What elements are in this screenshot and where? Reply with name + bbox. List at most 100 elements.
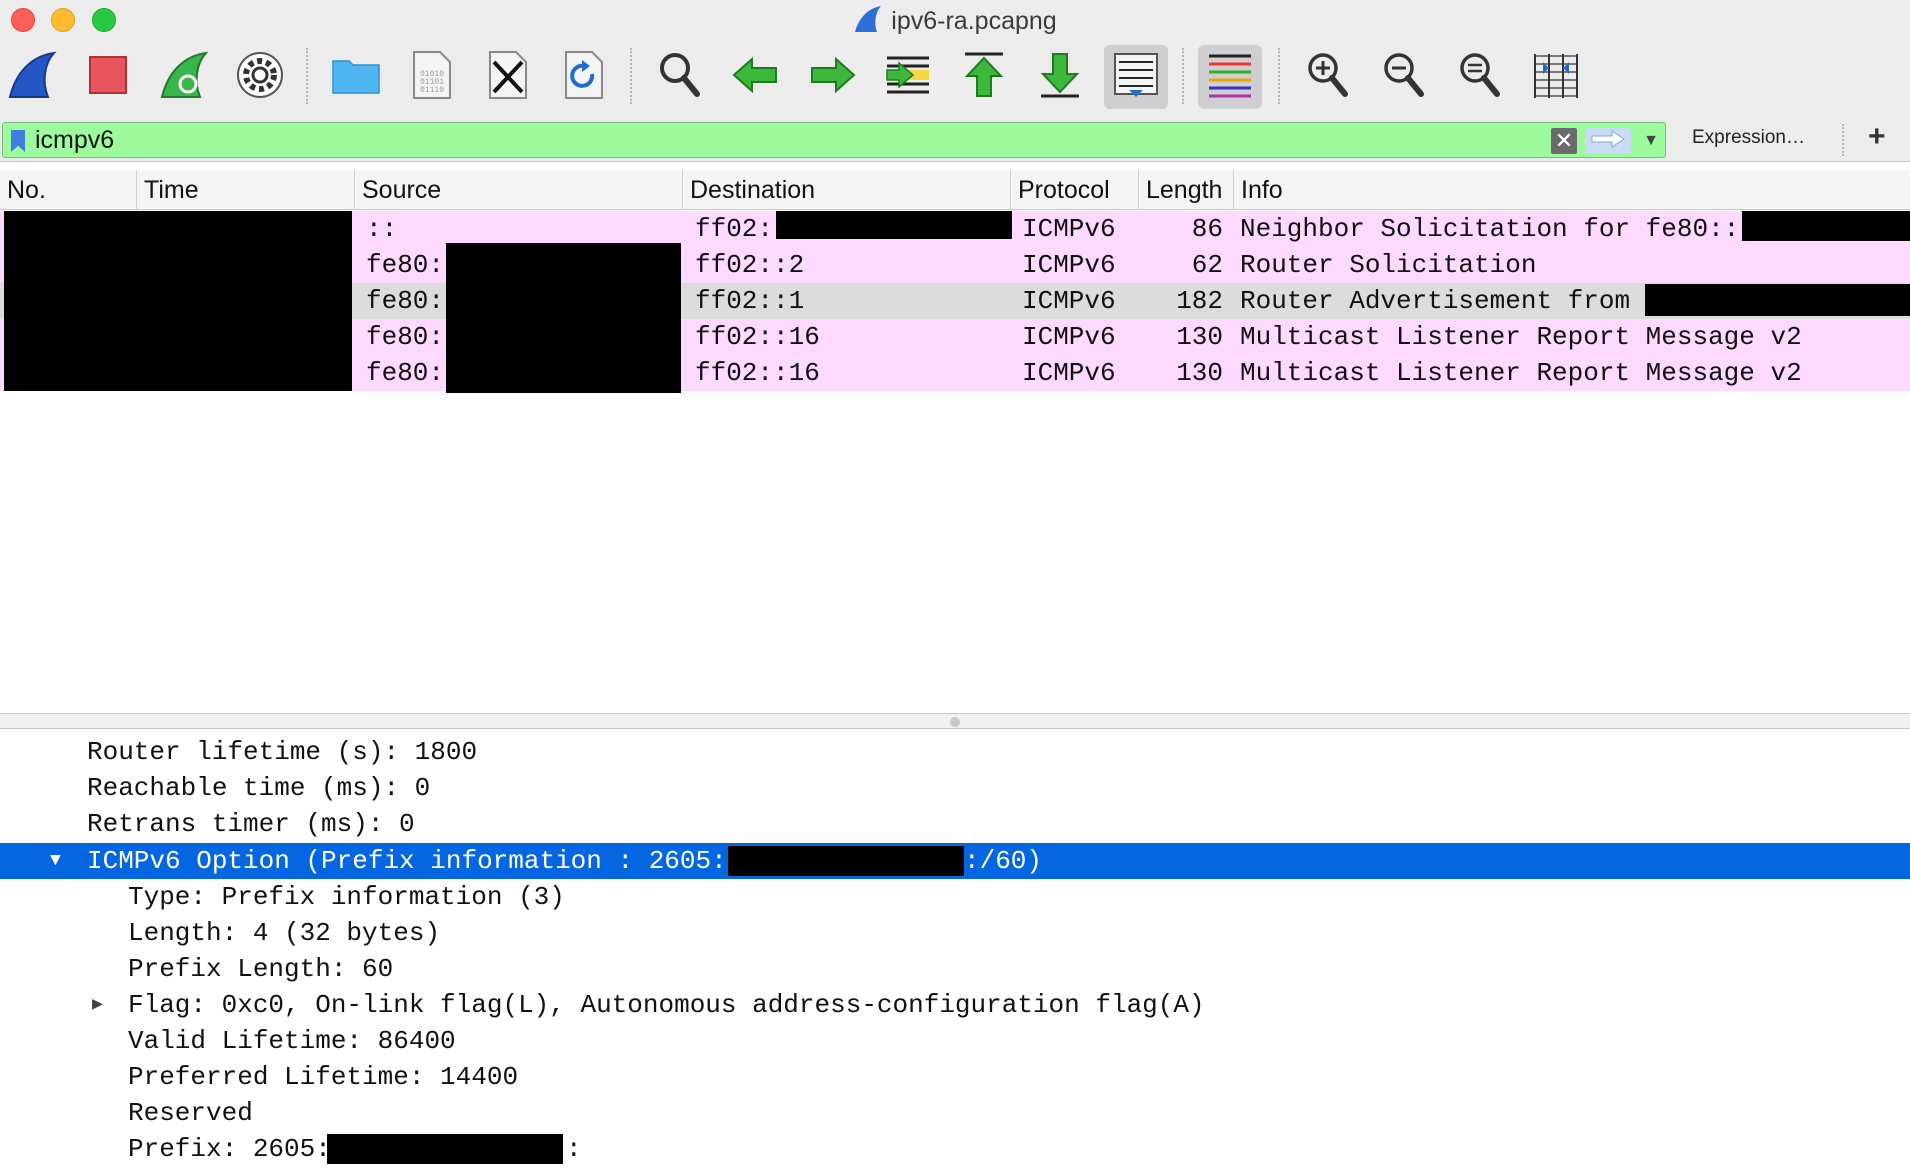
pane-splitter[interactable] [0,713,1910,729]
detail-text: Length: 4 (32 bytes) [128,918,441,948]
find-packet-button[interactable] [648,45,712,109]
apply-filter-button[interactable] [1585,128,1631,154]
svg-text:01110: 01110 [420,86,444,95]
detail-line[interactable]: ▶ Flag: 0xc0, On-link flag(L), Autonomou… [0,987,1910,1023]
goto-packet-icon [883,50,933,105]
first-packet-button[interactable] [952,45,1016,109]
go-back-button[interactable] [724,45,788,109]
last-packet-button[interactable] [1028,45,1092,109]
detail-text: Type: Prefix information (3) [128,882,565,912]
detail-line[interactable]: Preferred Lifetime: 14400 [0,1059,1910,1095]
restart-capture-button[interactable] [152,45,216,109]
column-header-length[interactable]: Length [1139,170,1234,210]
add-filter-button[interactable]: + [1868,120,1886,154]
detail-line-selected[interactable]: ▼ ICMPv6 Option (Prefix information : 26… [0,843,1910,879]
redaction-block [1645,284,1910,316]
detail-text: Router lifetime (s): 1800 [87,737,478,767]
detail-text: Retrans timer (ms): 0 [87,809,415,839]
packet-protocol: ICMPv6 [1022,250,1116,280]
packet-length: 86 [1191,214,1223,244]
arrow-up-bar-icon [961,50,1007,105]
column-header-no[interactable]: No. [0,170,137,210]
resize-columns-button[interactable] [1524,45,1588,109]
detail-line[interactable]: Type: Prefix information (3) [0,879,1910,915]
go-to-packet-button[interactable] [876,45,940,109]
packet-destination: ff02: [695,214,774,244]
detail-text: Prefix: 2605: [128,1134,331,1164]
column-header-info[interactable]: Info [1234,170,1910,210]
detail-text-suffix: :/60) [964,846,1043,876]
packet-length: 62 [1191,250,1223,280]
zoom-reset-icon [1457,50,1503,105]
open-file-button[interactable] [324,45,388,109]
column-header-time[interactable]: Time [137,170,355,210]
packet-list-empty-area [0,397,1910,713]
bookmark-icon[interactable] [11,130,25,152]
shark-fin-icon [853,5,883,40]
stop-capture-button[interactable] [76,45,140,109]
packet-length: 182 [1176,286,1223,316]
detail-line[interactable]: Length: 4 (32 bytes) [0,915,1910,951]
resize-columns-icon [1531,50,1581,105]
detail-line[interactable]: Router lifetime (s): 1800 [0,734,1910,770]
detail-line[interactable]: Reserved [0,1095,1910,1131]
redaction-block [776,211,1012,239]
detail-line[interactable]: Retrans timer (ms): 0 [0,806,1910,842]
binary-file-icon: 01010 01101 01110 [410,50,454,105]
zoom-out-button[interactable] [1372,45,1436,109]
packet-info: Neighbor Solicitation for fe80:: [1240,214,1740,244]
auto-scroll-button[interactable] [1104,45,1168,109]
splitter-handle[interactable] [950,717,960,727]
packet-details-pane: Router lifetime (s): 1800 Reachable time… [0,730,1910,1168]
column-header-source[interactable]: Source [355,170,683,210]
column-header-protocol[interactable]: Protocol [1011,170,1139,210]
close-icon: ✕ [1554,128,1574,153]
packet-source: fe80: [366,250,445,280]
redaction-block [1742,211,1910,241]
close-file-button[interactable] [476,45,540,109]
packet-source: fe80: [366,286,445,316]
triangle-down-icon[interactable]: ▼ [50,843,61,879]
filter-history-dropdown[interactable]: ▼ [1639,128,1663,154]
shark-fin-icon [6,50,58,105]
reload-file-button[interactable] [552,45,616,109]
detail-line[interactable]: Valid Lifetime: 86400 [0,1023,1910,1059]
expression-button[interactable]: Expression… [1692,127,1805,149]
zoom-in-icon [1305,50,1351,105]
packet-destination: ff02::16 [695,322,820,352]
display-filter-bar: ✕ ▼ Expression… + [0,118,1910,162]
capture-options-button[interactable] [228,45,292,109]
packet-info: Multicast Listener Report Message v2 [1240,322,1802,352]
colorize-button[interactable] [1198,45,1262,109]
arrow-right-icon [1590,129,1626,153]
restart-fin-icon [158,50,210,105]
packet-protocol: ICMPv6 [1022,214,1116,244]
arrow-down-bar-icon [1037,50,1083,105]
triangle-right-icon[interactable]: ▶ [92,987,103,1023]
packet-destination: ff02::2 [695,250,805,280]
packet-info: Router Solicitation [1240,250,1537,280]
packet-info: Router Advertisement from [1240,286,1631,316]
detail-line[interactable]: Reachable time (ms): 0 [0,770,1910,806]
detail-line[interactable]: Prefix: 2605: : [0,1131,1910,1167]
display-filter-input[interactable] [35,123,1535,157]
packet-destination: ff02::1 [695,286,805,316]
main-toolbar: 01010 01101 01110 [0,40,1910,118]
packet-protocol: ICMPv6 [1022,322,1116,352]
detail-text: Reserved [128,1098,253,1128]
redaction-block [4,211,352,391]
close-file-icon [486,50,530,105]
detail-text: Prefix Length: 60 [128,954,394,984]
detail-text: ICMPv6 Option (Prefix information : 2605… [87,846,727,876]
window-title: ipv6-ra.pcapng [0,5,1910,40]
detail-text: Preferred Lifetime: 14400 [128,1062,519,1092]
normal-size-button[interactable] [1448,45,1512,109]
zoom-in-button[interactable] [1296,45,1360,109]
column-header-destination[interactable]: Destination [683,170,1011,210]
start-capture-button[interactable] [0,45,64,109]
colorize-lines-icon [1205,52,1255,103]
go-forward-button[interactable] [800,45,864,109]
clear-filter-button[interactable]: ✕ [1551,128,1577,154]
detail-line[interactable]: Prefix Length: 60 [0,951,1910,987]
save-file-button[interactable]: 01010 01101 01110 [400,45,464,109]
